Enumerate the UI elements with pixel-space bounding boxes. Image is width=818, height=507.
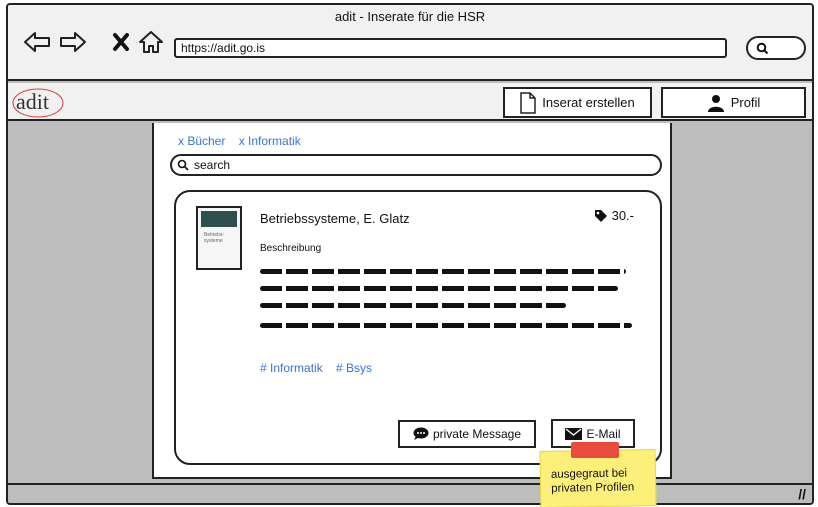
private-message-label: private Message	[432, 427, 522, 441]
book-cover-text: Betriebs- systeme	[204, 232, 225, 244]
create-listing-button[interactable]: Inserat erstellen	[503, 87, 652, 118]
window-title: adit - Inserate für die HSR	[334, 9, 486, 24]
price-tag-icon	[594, 209, 607, 222]
listing-title: Betriebssysteme, E. Glatz	[260, 211, 410, 226]
search-field[interactable]: search	[170, 154, 662, 176]
browser-window: adit - Inserate für die HSR https://adit…	[6, 3, 814, 505]
listing-card[interactable]: Betriebs- systeme Betriebssysteme, E. Gl…	[174, 190, 662, 465]
profile-button[interactable]: Profil	[661, 87, 806, 118]
search-placeholder: search	[194, 158, 231, 172]
tag-bsys[interactable]: # Bsys	[336, 361, 372, 375]
forward-arrow-icon[interactable]	[58, 29, 88, 55]
description-label: Beschreibung	[260, 243, 322, 254]
listing-price: 30.-	[594, 208, 634, 223]
main-content: x Bücher x Informatik search Betriebs- s…	[152, 123, 672, 479]
browser-search-button[interactable]	[746, 36, 806, 60]
create-listing-label: Inserat erstellen	[542, 95, 635, 110]
description-placeholder-line	[260, 323, 632, 328]
home-icon[interactable]	[136, 29, 166, 55]
filter-chip-buecher[interactable]: x Bücher	[178, 134, 225, 148]
user-icon	[707, 94, 724, 112]
price-value: 30.-	[611, 208, 634, 223]
search-icon	[756, 42, 769, 55]
status-bar: //	[8, 483, 812, 503]
close-icon[interactable]	[106, 29, 136, 55]
description-placeholder-line	[260, 269, 626, 274]
filter-chip-informatik[interactable]: x Informatik	[239, 134, 301, 148]
chat-bubble-icon	[413, 427, 429, 440]
description-placeholder-line	[260, 303, 566, 308]
sticky-note-text: ausgegraut bei privaten Profilen	[550, 467, 635, 495]
tag-list: # Informatik # Bsys	[260, 361, 382, 375]
sticky-note-tape	[571, 442, 619, 458]
email-label: E-Mail	[586, 426, 621, 441]
envelope-icon	[565, 427, 583, 440]
private-message-button[interactable]: private Message	[398, 420, 536, 448]
book-cover-graphic	[201, 211, 237, 227]
logo[interactable]: adit	[10, 86, 66, 120]
app-header: adit Inserat erstellen Profil	[8, 83, 812, 121]
tag-informatik[interactable]: # Informatik	[260, 361, 323, 375]
title-bar: adit - Inserate für die HSR https://adit…	[8, 5, 812, 81]
description-placeholder-line	[260, 286, 618, 291]
filter-chips: x Bücher x Informatik	[178, 134, 311, 148]
logo-text: adit	[16, 89, 49, 114]
address-bar[interactable]: https://adit.go.is	[174, 38, 727, 58]
search-icon	[177, 159, 189, 171]
resize-grip-icon[interactable]: //	[798, 486, 806, 502]
profile-label: Profil	[730, 95, 761, 110]
back-arrow-icon[interactable]	[22, 29, 52, 55]
document-icon	[520, 91, 536, 114]
book-cover-image: Betriebs- systeme	[196, 206, 242, 270]
